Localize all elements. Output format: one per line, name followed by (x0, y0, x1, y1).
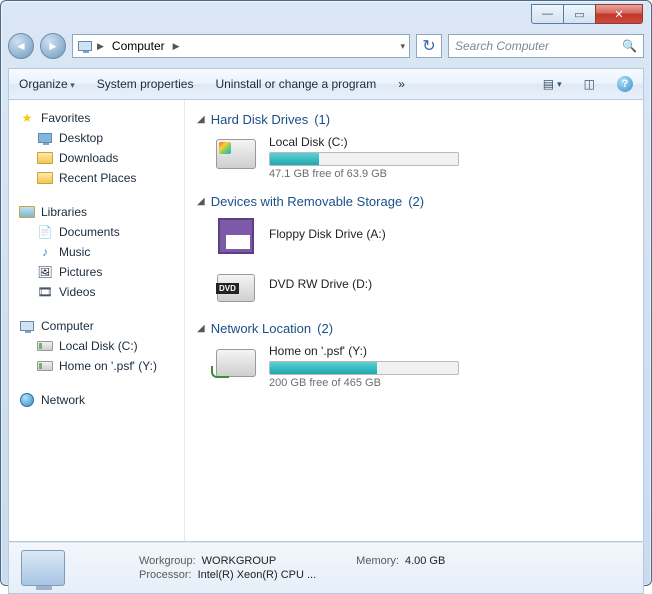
section-network-location[interactable]: ◢ Network Location (2) (197, 321, 631, 336)
chevron-right-icon[interactable]: ▶ (173, 41, 180, 52)
view-options-button[interactable]: ▤▾ (543, 77, 562, 91)
computer-icon (19, 318, 35, 334)
minimize-button[interactable]: — (531, 4, 563, 24)
downloads-icon (37, 150, 53, 166)
drive-local-disk-c[interactable]: Local Disk (C:) 47.1 GB free of 63.9 GB (215, 135, 631, 180)
nav-documents[interactable]: 📄Documents (15, 222, 184, 242)
computer-icon (77, 38, 93, 54)
section-hard-disk-drives[interactable]: ◢ Hard Disk Drives (1) (197, 112, 631, 127)
network-drive-icon (37, 358, 53, 374)
system-properties-button[interactable]: System properties (97, 77, 194, 91)
maximize-button[interactable]: ▭ (563, 4, 595, 24)
capacity-fill (270, 153, 319, 165)
back-button[interactable]: ◄ (8, 33, 34, 59)
preview-pane-button[interactable]: ◫ (584, 77, 595, 91)
libraries-icon (19, 204, 35, 220)
drive-dvd-d[interactable]: DVD RW Drive (D:) (215, 269, 631, 307)
drive-floppy-a[interactable]: Floppy Disk Drive (A:) (215, 217, 631, 255)
nav-favorites-header[interactable]: ★ Favorites (15, 108, 184, 128)
documents-icon: 📄 (37, 224, 53, 240)
network-icon (19, 392, 35, 408)
address-bar[interactable]: ▶ Computer ▶ ▾ (72, 34, 410, 58)
close-button[interactable]: ✕ (595, 4, 643, 24)
window-controls: — ▭ ✕ (531, 4, 643, 24)
pictures-icon: 🖼 (37, 264, 53, 280)
search-input[interactable]: Search Computer 🔍 (448, 34, 644, 58)
refresh-icon: ↻ (422, 36, 435, 56)
nav-network-header[interactable]: Network (15, 390, 184, 410)
drive-home-psf-y[interactable]: Home on '.psf' (Y:) 200 GB free of 465 G… (215, 344, 631, 389)
capacity-bar (269, 152, 459, 166)
nav-recent-places[interactable]: Recent Places (15, 168, 184, 188)
collapse-icon[interactable]: ◢ (197, 114, 205, 125)
pane-icon: ◫ (584, 77, 595, 91)
search-icon: 🔍 (622, 39, 637, 53)
explorer-window: — ▭ ✕ ◄ ► ▶ Computer ▶ ▾ ↻ Search Comput… (0, 0, 652, 586)
dvd-drive-icon (215, 269, 257, 307)
details-pane: Workgroup:WORKGROUP Memory:4.00 GB Proce… (8, 542, 644, 594)
refresh-button[interactable]: ↻ (416, 34, 442, 58)
content-pane: ◢ Hard Disk Drives (1) Local Disk (C:) 4… (185, 100, 643, 541)
collapse-icon[interactable]: ◢ (197, 323, 205, 334)
desktop-icon (37, 130, 53, 146)
computer-icon (21, 550, 65, 586)
chevron-right-icon[interactable]: ▶ (97, 41, 104, 52)
nav-desktop[interactable]: Desktop (15, 128, 184, 148)
more-commands-button[interactable]: » (398, 77, 405, 91)
drive-icon (37, 338, 53, 354)
nav-home-psf-y[interactable]: Home on '.psf' (Y:) (15, 356, 184, 376)
collapse-icon[interactable]: ◢ (197, 196, 205, 207)
capacity-fill (270, 362, 377, 374)
star-icon: ★ (19, 110, 35, 126)
nav-music[interactable]: ♪Music (15, 242, 184, 262)
uninstall-program-button[interactable]: Uninstall or change a program (215, 77, 376, 91)
nav-local-disk-c[interactable]: Local Disk (C:) (15, 336, 184, 356)
music-icon: ♪ (37, 244, 53, 260)
help-icon: ? (617, 76, 633, 92)
help-button[interactable]: ? (617, 76, 633, 92)
recent-icon (37, 170, 53, 186)
floppy-icon (215, 217, 257, 255)
view-icon: ▤ (543, 77, 554, 91)
address-dropdown-icon[interactable]: ▾ (400, 41, 405, 52)
hard-drive-icon (215, 135, 257, 173)
capacity-bar (269, 361, 459, 375)
section-removable-storage[interactable]: ◢ Devices with Removable Storage (2) (197, 194, 631, 209)
nav-libraries-header[interactable]: Libraries (15, 202, 184, 222)
navigation-pane: ★ Favorites Desktop Downloads Recent Pla… (9, 100, 185, 541)
breadcrumb-computer[interactable]: Computer (108, 38, 169, 54)
nav-videos[interactable]: 🎞Videos (15, 282, 184, 302)
nav-computer-header[interactable]: Computer (15, 316, 184, 336)
nav-pictures[interactable]: 🖼Pictures (15, 262, 184, 282)
network-drive-icon (215, 344, 257, 382)
search-placeholder: Search Computer (455, 39, 549, 53)
videos-icon: 🎞 (37, 284, 53, 300)
forward-button[interactable]: ► (40, 33, 66, 59)
organize-menu[interactable]: Organize (19, 77, 75, 91)
nav-downloads[interactable]: Downloads (15, 148, 184, 168)
command-bar: Organize System properties Uninstall or … (8, 68, 644, 100)
